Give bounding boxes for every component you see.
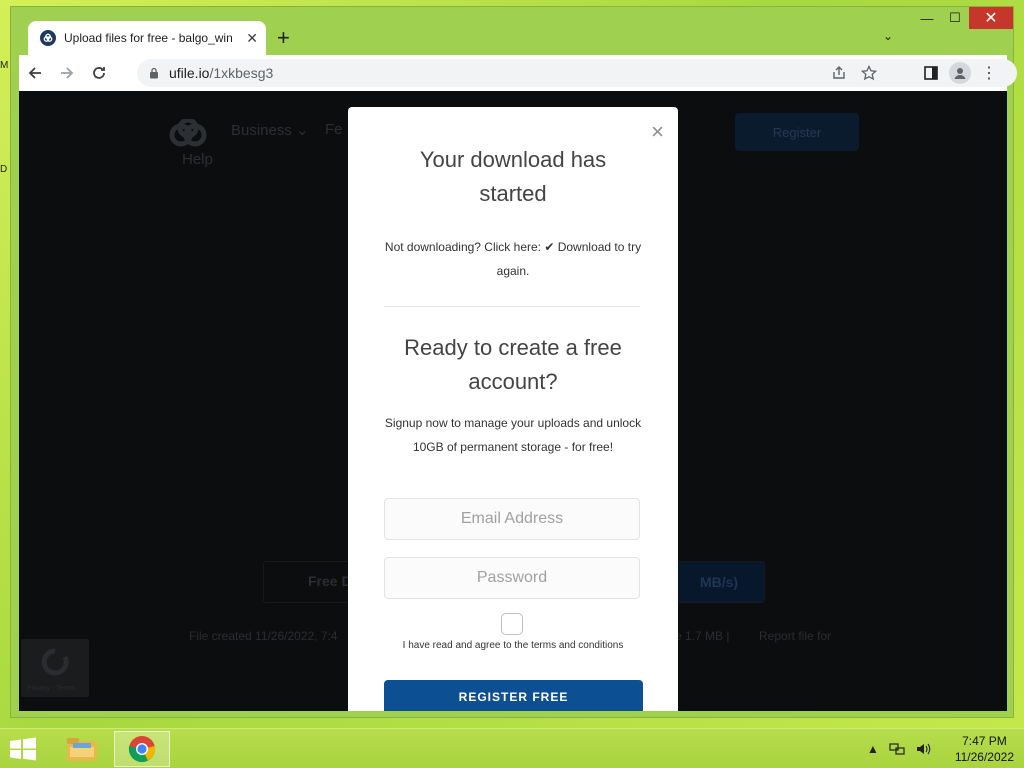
terms-label: I have read and agree to the terms and c… [402,640,624,651]
forward-button[interactable] [51,57,83,89]
signup-description: Signup now to manage your uploads and un… [384,416,642,454]
tab-strip: Upload files for free - balgo_win ✕ + ⌄ [19,19,1013,55]
modal-divider [384,306,640,307]
show-hidden-icons-icon[interactable]: ▲ [867,742,879,756]
clock[interactable]: 7:47 PM 11/26/2022 [955,733,1014,765]
url-path: /1xkbesg3 [209,65,274,81]
tab-title: Upload files for free - balgo_win [64,31,233,45]
nav-help[interactable]: Help [182,151,213,168]
report-file-link[interactable]: Report file for [759,629,831,643]
back-arrow-icon [28,67,41,79]
url-host: ufile.io [169,65,210,81]
file-explorer-taskbar-button[interactable] [54,731,110,767]
recaptcha-text[interactable]: Privacy - Terms [27,685,75,692]
lock-icon[interactable] [149,67,159,79]
network-icon[interactable] [889,742,905,756]
volume-icon[interactable] [915,742,931,756]
register-free-button[interactable]: REGISTER FREE [384,680,643,711]
profile-avatar-icon[interactable] [949,62,971,84]
tab-close-icon[interactable]: ✕ [246,30,258,47]
tab-search-chevron-icon[interactable]: ⌄ [883,29,893,43]
reload-button[interactable] [83,57,115,89]
taskbar: ▲ 7:47 PM 11/26/2022 [0,728,1024,768]
folder-icon [67,738,97,761]
free-download-button[interactable]: Free D [308,573,352,589]
chrome-taskbar-button[interactable] [114,731,170,767]
url-text[interactable]: ufile.io/1xkbesg3 [169,65,273,81]
share-icon[interactable] [831,65,847,81]
file-size-info: e 1.7 MB | [675,629,730,643]
create-account-heading: Ready to create a free account? [404,335,622,394]
side-panel-icon[interactable] [923,65,939,81]
fast-download-button[interactable]: MB/s) [674,562,764,602]
ufile-favicon-icon [40,30,56,46]
back-button[interactable] [19,57,51,89]
modal-close-icon[interactable]: × [651,119,664,145]
clock-time: 7:47 PM [962,734,1007,748]
new-tab-button[interactable]: + [277,25,290,51]
password-field[interactable] [384,557,640,599]
windows-start-icon[interactable] [8,737,38,761]
chrome-icon [128,736,156,763]
ufile-logo-icon [169,119,207,147]
web-page: Business ⌄ Fe Help Register Free D MB/s)… [19,91,1007,711]
browser-window: — ☐ ✕ Upload files for free - balgo_win … [10,6,1017,718]
forward-arrow-icon [61,67,74,79]
bookmark-star-icon[interactable] [861,65,877,81]
browser-tab[interactable]: Upload files for free - balgo_win ✕ [28,21,266,55]
recaptcha-icon [41,648,69,676]
system-tray: ▲ 7:47 PM 11/26/2022 [867,729,1014,768]
toolbar-right: ⋮ [923,59,997,87]
desktop-icon-label-fragment[interactable]: D [0,164,10,175]
desktop-icon-label-fragment[interactable]: M [0,60,10,71]
download-started-heading: Your download has started [419,147,607,206]
terms-checkbox[interactable] [501,613,523,635]
kebab-menu-icon[interactable]: ⋮ [981,63,997,83]
clock-date: 11/26/2022 [954,750,1014,764]
email-field[interactable] [384,498,640,540]
download-modal: × Your download has started Not download… [348,107,678,711]
recaptcha-badge[interactable]: Privacy - Terms [21,639,89,697]
file-created-info: File created 11/26/2022, 7:4 [189,629,338,643]
address-bar[interactable]: ufile.io/1xkbesg3 [137,59,1017,87]
reload-icon [93,67,105,79]
bg-register-button[interactable]: Register [735,113,859,151]
browser-toolbar: ufile.io/1xkbesg3 ⋮ [19,55,1017,91]
nav-business[interactable]: Business ⌄ [231,121,309,139]
nav-features[interactable]: Fe [325,121,343,138]
retry-download-text[interactable]: Not downloading? Click here: ✔ Download … [378,235,648,283]
